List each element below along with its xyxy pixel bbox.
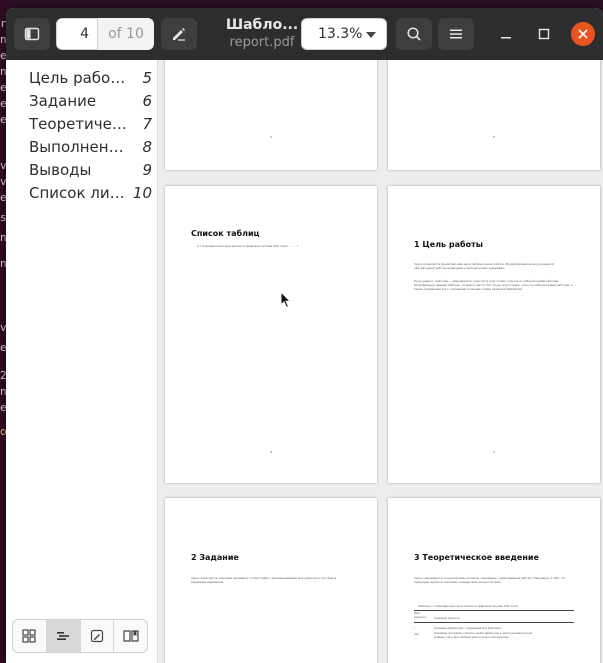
paragraph: Здесь описываются теоретические аспекты,… — [414, 576, 566, 584]
outline-item-page: 8 — [142, 137, 152, 156]
outline-sidebar: Цель работы 5 Задание 6 Теоретическ... 7… — [6, 60, 158, 663]
table-cell: / — [414, 627, 415, 630]
page-number-label: 3 — [493, 135, 495, 139]
page-heading: 2 Задание — [191, 553, 239, 562]
outline-item-label: Выполнени... — [29, 137, 129, 156]
paragraph: Здесь приводится формулировка цели лабор… — [414, 262, 554, 270]
page-7[interactable]: 3 Теоретическое введение Здесь описывают… — [388, 498, 600, 663]
table-cell: Корневая директория, содержащая всю файл… — [434, 627, 502, 630]
minimize-button[interactable] — [496, 24, 516, 44]
header-bar: 4 of 10 Шабло... report.pdf 13.3% — [6, 8, 603, 60]
current-page-input[interactable]: 4 — [56, 18, 98, 50]
pen-icon — [173, 28, 185, 41]
outline-item[interactable]: Цель работы 5 — [6, 66, 158, 89]
outline-item[interactable]: Выводы 9 — [6, 158, 158, 181]
close-icon — [578, 29, 588, 39]
thumbnails-view-button[interactable] — [13, 620, 47, 652]
table-cell: Основные системные утилиты, необходимые … — [434, 632, 533, 639]
maximize-icon — [538, 28, 550, 40]
table-cell: /bin — [414, 633, 419, 636]
sidebar-icon — [24, 27, 40, 41]
book-icon — [123, 630, 139, 642]
chevron-down-icon — [366, 32, 376, 38]
page-thumbnail-2[interactable]: 2 — [165, 60, 377, 170]
mouse-pointer-icon — [280, 291, 292, 309]
paragraph: Здесь приводится описание задания в соот… — [191, 576, 336, 584]
table-rule — [414, 610, 574, 611]
toc-entry: 3.1 Описание некоторых каталогов файлово… — [197, 245, 299, 248]
table-rule — [414, 622, 574, 623]
minimize-icon — [501, 37, 511, 39]
zoom-level: 13.3% — [318, 26, 363, 42]
page-number-label: 5 — [493, 450, 495, 454]
close-button[interactable] — [571, 22, 595, 46]
page-heading: Список таблиц — [191, 229, 260, 238]
grid-icon — [22, 629, 36, 643]
outline-item-label: Задание — [29, 91, 97, 110]
page-4[interactable]: Список таблиц 3.1 Описание некоторых кат… — [165, 186, 377, 483]
paragraph: Цель данного шаблона — максимально упрос… — [414, 279, 573, 291]
outline-view-button[interactable] — [46, 620, 81, 652]
page-5[interactable]: 1 Цель работы Здесь приводится формулиро… — [388, 186, 600, 483]
annotations-view-button[interactable] — [81, 620, 115, 652]
zoom-selector[interactable]: 13.3% — [301, 18, 387, 50]
outline-item-page: 9 — [142, 160, 152, 179]
annotate-button[interactable] — [161, 18, 197, 50]
bookmarks-view-button[interactable] — [114, 620, 147, 652]
page-heading: 1 Цель работы — [414, 240, 483, 249]
sidebar-view-switcher — [12, 619, 148, 653]
page-count-label: of 10 — [98, 18, 154, 50]
search-icon — [407, 27, 421, 41]
page-number-label: 2 — [270, 135, 272, 139]
table-header-cell: Описание каталога — [434, 617, 460, 620]
outline-item[interactable]: Задание 6 — [6, 89, 158, 112]
table-caption: Таблица 3.1: Описание некоторых каталого… — [418, 605, 519, 608]
outline-item[interactable]: Теоретическ... 7 — [6, 112, 158, 135]
hamburger-icon — [450, 29, 462, 39]
search-button[interactable] — [396, 18, 432, 50]
outline-icon — [57, 632, 70, 640]
outline-item[interactable]: Список лит... 10 — [6, 181, 158, 204]
maximize-button[interactable] — [534, 24, 554, 44]
outline-item-page: 10 — [132, 183, 152, 202]
outline-item-page: 6 — [142, 91, 152, 110]
page-heading: 3 Теоретическое введение — [414, 553, 539, 562]
page-number-entry[interactable]: 4 of 10 — [56, 18, 154, 50]
annotation-icon — [90, 629, 103, 643]
outline-item-label: Теоретическ... — [29, 114, 129, 133]
page-thumbnail-3[interactable]: 3 — [388, 60, 600, 170]
outline-item-page: 5 — [142, 68, 152, 87]
page-6[interactable]: 2 Задание Здесь приводится описание зада… — [165, 498, 377, 663]
table-header-cell: Имя каталога — [414, 612, 426, 619]
outline-item-page: 7 — [142, 114, 152, 133]
outline-item[interactable]: Выполнени... 8 — [6, 135, 158, 158]
outline-item-label: Цель работы — [29, 68, 129, 87]
page-number-label: 4 — [270, 450, 272, 454]
outline-item-label: Список лит... — [29, 183, 129, 202]
outline-item-label: Выводы — [29, 160, 92, 179]
document-viewer-window: 4 of 10 Шабло... report.pdf 13.3% Цель р… — [6, 8, 603, 663]
sidebar-toggle-button[interactable] — [14, 18, 50, 50]
main-menu-button[interactable] — [438, 18, 474, 50]
document-view[interactable]: 2 3 Список таблиц 3.1 Описание некоторых… — [158, 60, 603, 663]
